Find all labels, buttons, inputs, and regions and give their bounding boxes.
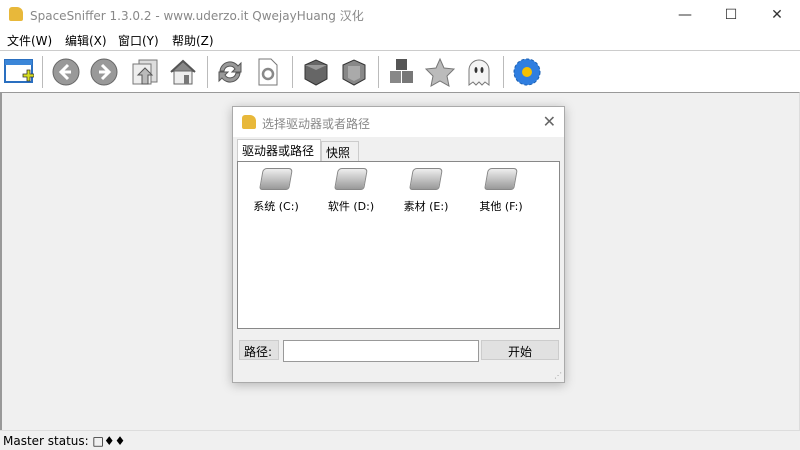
resize-grip[interactable]: ⋰ [554,371,562,380]
drive-d[interactable]: 软件 (D:) [321,168,381,214]
home-icon[interactable] [167,56,199,88]
new-window-icon[interactable] [3,56,35,88]
cubes-icon[interactable] [386,56,418,88]
close-button[interactable]: ✕ [754,0,800,30]
toolbar-separator [292,56,293,88]
hard-drive-icon [334,168,368,190]
status-bar: Master status: □♦♦ [0,430,800,450]
ghost-icon[interactable] [463,56,495,88]
hard-drive-icon [259,168,293,190]
hard-drive-icon [484,168,518,190]
drive-c[interactable]: 系统 (C:) [246,168,306,214]
drive-f[interactable]: 其他 (F:) [471,168,531,214]
dialog-close-button[interactable]: ✕ [543,112,556,131]
hard-drive-icon [409,168,443,190]
back-icon[interactable] [50,56,82,88]
path-label: 路径: [239,340,279,360]
toolbar [0,50,800,92]
menu-help[interactable]: 帮助(Z) [172,32,214,49]
path-input[interactable] [283,340,479,362]
forward-icon[interactable] [88,56,120,88]
drive-list: 系统 (C:) 软件 (D:) 素材 (E:) 其他 (F:) [237,161,560,329]
dialog-app-icon [242,115,256,129]
drive-label: 软件 (D:) [327,200,375,213]
cube-alt-icon[interactable] [338,56,370,88]
up-folder-icon[interactable] [129,56,161,88]
toolbar-separator [42,56,43,88]
toolbar-separator [207,56,208,88]
menu-file[interactable]: 文件(W) [7,32,52,49]
drive-label: 素材 (E:) [403,200,449,213]
select-drive-dialog: 选择驱动器或者路径 ✕ 驱动器或路径 快照 系统 (C:) 软件 (D:) 素材… [232,106,565,383]
drive-e[interactable]: 素材 (E:) [396,168,456,214]
menu-bar: 文件(W) 编辑(X) 窗口(Y) 帮助(Z) [0,30,800,50]
app-icon [9,7,23,21]
dialog-title: 选择驱动器或者路径 [262,117,371,131]
dialog-title-bar: 选择驱动器或者路径 ✕ [233,107,564,137]
refresh-icon[interactable] [214,56,246,88]
menu-edit[interactable]: 编辑(X) [65,32,107,49]
drive-label: 其他 (F:) [479,200,523,213]
star-icon[interactable] [424,56,456,88]
menu-window[interactable]: 窗口(Y) [118,32,159,49]
title-bar: SpaceSniffer 1.3.0.2 - www.uderzo.it Qwe… [0,0,800,30]
minimize-button[interactable]: — [662,0,708,30]
cube-icon[interactable] [300,56,332,88]
window-title: SpaceSniffer 1.3.0.2 - www.uderzo.it Qwe… [30,9,364,23]
tab-snapshot[interactable]: 快照 [321,141,359,161]
toolbar-separator [503,56,504,88]
start-button[interactable]: 开始 [481,340,559,360]
drive-label: 系统 (C:) [253,200,299,213]
toolbar-separator [378,56,379,88]
flower-icon[interactable] [511,56,543,88]
refresh-document-icon[interactable] [252,56,284,88]
maximize-button[interactable]: ☐ [708,0,754,30]
tab-drive-or-path[interactable]: 驱动器或路径 [237,139,321,161]
